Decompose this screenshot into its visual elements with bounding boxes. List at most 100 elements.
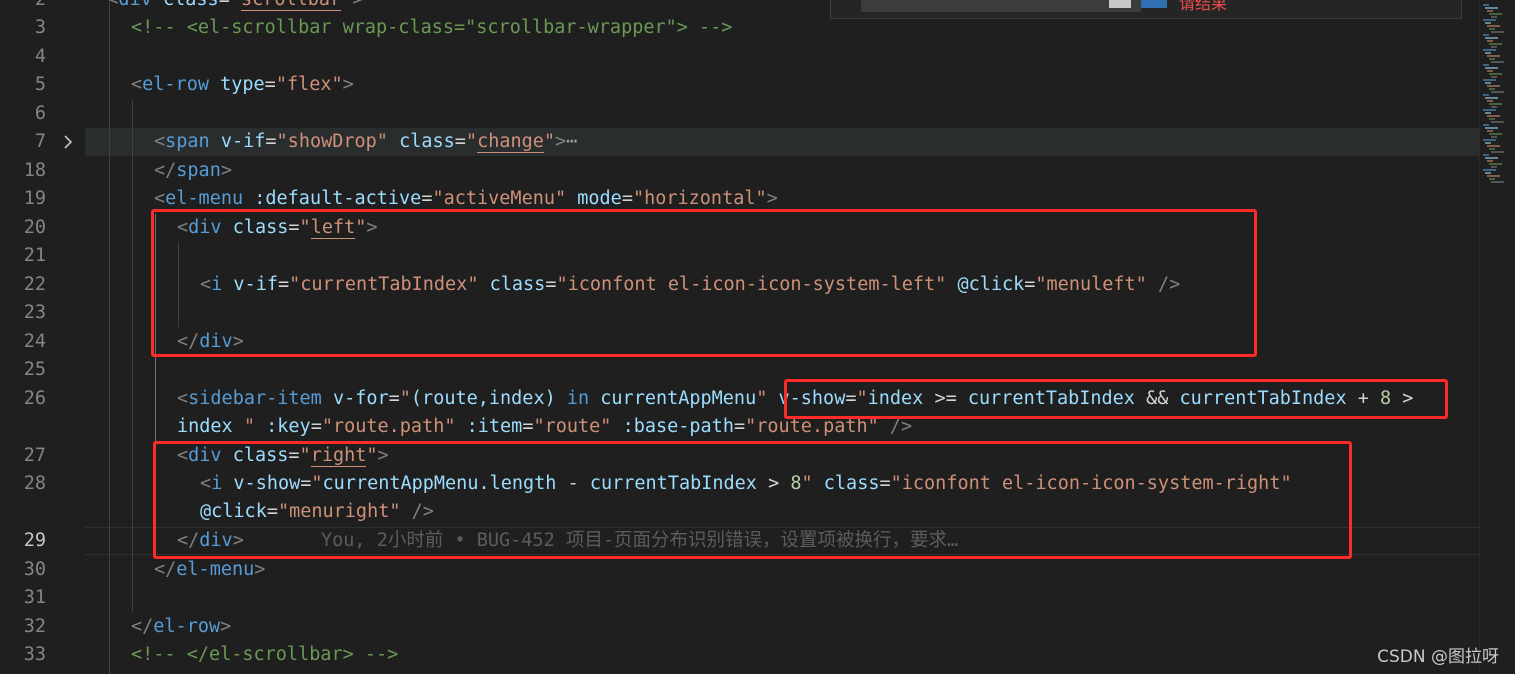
line-number: 21 — [23, 245, 46, 266]
line-number: 25 — [23, 359, 46, 380]
minimap-line — [1483, 154, 1489, 156]
token: < — [107, 0, 118, 10]
minimap-line — [1485, 172, 1491, 174]
token: change — [477, 131, 544, 153]
line-number: 7 — [34, 131, 46, 152]
token: " — [341, 0, 352, 10]
minimap-line — [1485, 97, 1498, 99]
token: " — [543, 131, 556, 152]
token: < — [154, 131, 166, 152]
token: = — [421, 188, 433, 209]
token: type — [220, 74, 265, 95]
token: "horizontal" — [632, 188, 767, 209]
line-number: 24 — [23, 331, 46, 352]
token: "route.path" — [745, 416, 879, 437]
code-editor[interactable]: 23456718192021222324252627282930313233 <… — [0, 0, 1515, 674]
minimap-line — [1491, 136, 1497, 138]
no-results-text: 请结果 — [1179, 0, 1228, 13]
token: < — [154, 188, 166, 209]
line-number: 33 — [23, 644, 46, 665]
indent-guide — [132, 100, 133, 612]
minimap[interactable] — [1479, 0, 1515, 674]
minimap-line — [1489, 118, 1495, 120]
code-line-33[interactable]: <!-- </el-scrollbar> --> — [131, 641, 1479, 669]
annotation-box-left — [151, 209, 1257, 357]
minimap-line — [1483, 34, 1489, 36]
minimap-line — [1487, 25, 1500, 27]
token: = — [219, 0, 230, 10]
find-widget[interactable]: 请结果 — [830, 0, 1462, 19]
code-line-7[interactable]: <span v-if="showDrop" class="change">⋯ — [154, 128, 1479, 156]
token: = — [265, 131, 277, 152]
minimap-line — [1485, 67, 1498, 69]
minimap-line — [1485, 37, 1498, 39]
minimap-line — [1491, 106, 1497, 108]
comment-token: <!-- <el-scrollbar wrap-class="scrollbar… — [131, 17, 733, 38]
line-number: 4 — [34, 46, 46, 67]
token: " — [465, 131, 478, 152]
token: currentAppMenu — [600, 388, 757, 409]
token: :item — [466, 416, 523, 437]
minimap-line — [1487, 130, 1493, 132]
minimap-line — [1491, 61, 1504, 63]
minimap-line — [1483, 109, 1496, 111]
token: = — [310, 416, 322, 437]
code-line-30[interactable]: </el-menu> — [154, 556, 1479, 584]
minimap-line — [1487, 10, 1493, 12]
code-line-32[interactable]: </el-row> — [131, 613, 1479, 641]
token: > — [555, 131, 567, 152]
token: " — [232, 416, 255, 437]
folded-ellipsis-icon[interactable]: ⋯ — [566, 131, 577, 152]
minimap-line — [1491, 151, 1504, 153]
minimap-line — [1489, 13, 1502, 15]
token: = — [388, 388, 400, 409]
regex-button[interactable] — [1141, 0, 1167, 8]
token: scrollbar — [240, 0, 342, 11]
match-case-button[interactable] — [1109, 0, 1131, 8]
line-number: 31 — [23, 587, 46, 608]
token: < — [177, 388, 189, 409]
token: </ — [131, 616, 154, 637]
minimap-line — [1485, 52, 1491, 54]
token: </ — [154, 559, 177, 580]
token: " — [399, 388, 411, 409]
minimap-line — [1489, 58, 1495, 60]
minimap-line — [1487, 115, 1500, 117]
find-input[interactable] — [861, 0, 1141, 12]
token: = — [522, 416, 534, 437]
line-number — [0, 498, 46, 526]
minimap-line — [1489, 103, 1502, 105]
token: /> — [889, 416, 913, 437]
token: " — [756, 388, 768, 409]
minimap-line — [1483, 94, 1489, 96]
minimap-line — [1483, 124, 1489, 126]
token: div — [118, 0, 151, 10]
token: > — [220, 160, 232, 181]
token: > — [352, 0, 363, 10]
line-number: 2 — [0, 0, 46, 14]
minimap-line — [1483, 49, 1496, 51]
line-number: 6 — [34, 103, 46, 124]
token: "route.path" — [321, 416, 456, 437]
minimap-line — [1489, 133, 1502, 135]
token: </ — [154, 160, 177, 181]
line-number — [0, 413, 46, 441]
line-number: 26 — [23, 388, 46, 409]
code-line-5[interactable]: <el-row type="flex"> — [131, 71, 1479, 99]
token: el-menu — [176, 559, 255, 580]
minimap-line — [1489, 43, 1502, 45]
token: > — [220, 616, 232, 637]
code-line-18[interactable]: </span> — [154, 157, 1479, 185]
token: = — [454, 131, 466, 152]
minimap-line — [1487, 100, 1493, 102]
token: span — [176, 160, 221, 181]
minimap-line — [1487, 175, 1500, 177]
minimap-line — [1483, 64, 1489, 66]
minimap-line — [1489, 178, 1495, 180]
minimap-line — [1483, 79, 1496, 81]
token: v-for — [332, 388, 389, 409]
token: :default-active — [254, 188, 422, 209]
token: el-menu — [165, 188, 244, 209]
fold-chevron-icon[interactable] — [60, 128, 76, 156]
